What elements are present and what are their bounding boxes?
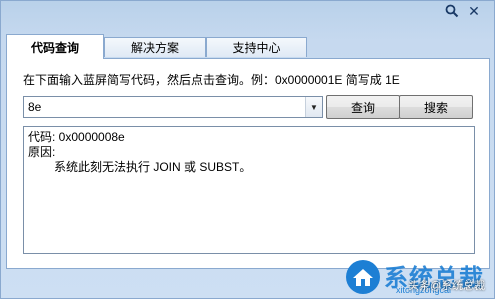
query-button[interactable]: 查询 — [326, 95, 400, 119]
search-icon[interactable] — [441, 2, 463, 20]
close-icon[interactable]: ✕ — [463, 2, 485, 20]
code-input-combobox[interactable]: 8e ▼ — [23, 96, 323, 118]
watermark-caption: 头条@系统总裁 — [408, 280, 486, 292]
code-query-panel: 在下面输入蓝屏简写代码，然后点击查询。例：0x0000001E 简写成 1E 8… — [6, 58, 490, 269]
result-output-box[interactable]: 代码: 0x0000008e 原因: 系统此刻无法执行 JOIN 或 SUBST… — [23, 126, 475, 254]
tab-support-center[interactable]: 支持中心 — [206, 37, 307, 57]
result-code-line: 代码: 0x0000008e — [28, 130, 125, 144]
web-search-button[interactable]: 搜索 — [399, 95, 473, 119]
result-reason-text: 系统此刻无法执行 JOIN 或 SUBST。 — [54, 160, 252, 174]
title-bar: ✕ — [1, 1, 494, 25]
house-logo-icon — [345, 259, 381, 295]
result-reason-label: 原因: — [28, 145, 56, 159]
tab-solutions[interactable]: 解决方案 — [104, 37, 206, 57]
tab-code-query[interactable]: 代码查询 — [6, 34, 104, 59]
instruction-text: 在下面输入蓝屏简写代码，然后点击查询。例：0x0000001E 简写成 1E — [23, 73, 400, 87]
app-window: ✕ 代码查询 解决方案 支持中心 在下面输入蓝屏简写代码，然后点击查询。例：0x… — [0, 0, 495, 299]
chevron-down-icon[interactable]: ▼ — [305, 97, 322, 117]
code-input-value[interactable]: 8e — [28, 100, 41, 114]
